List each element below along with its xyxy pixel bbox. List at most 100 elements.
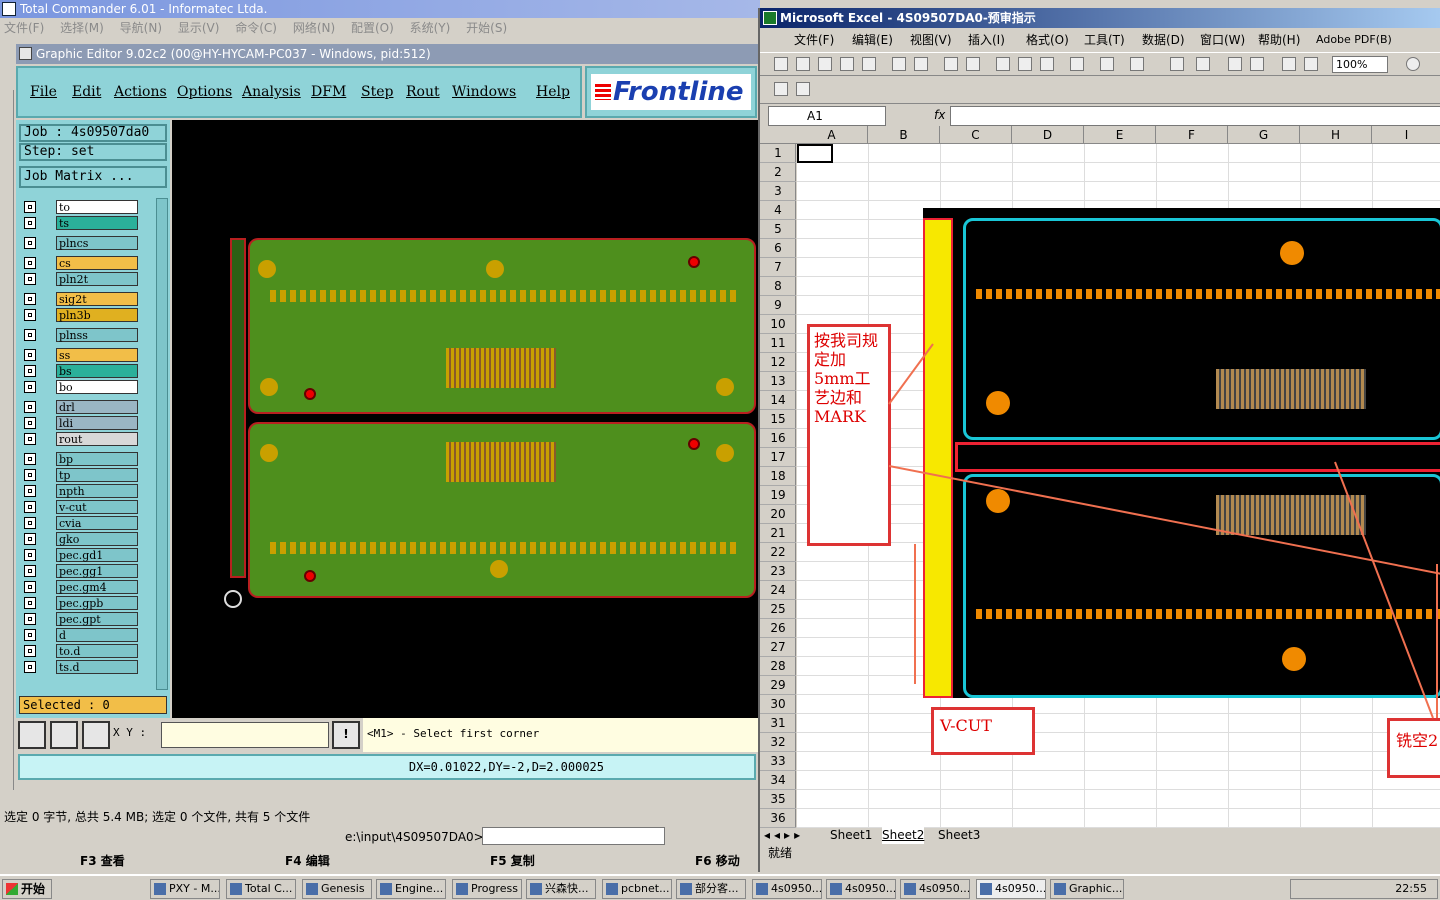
task-button[interactable]: 4s0950...: [752, 879, 822, 899]
layer-checkbox[interactable]: [24, 257, 36, 269]
layer-checkbox[interactable]: [24, 417, 36, 429]
layer-row[interactable]: pec.gd1: [22, 548, 156, 562]
sort-descending-icon[interactable]: [1250, 57, 1264, 71]
tab-sheet1[interactable]: Sheet1: [830, 826, 872, 844]
tc-menu-view[interactable]: 显示(V): [178, 21, 220, 35]
pcb-canvas[interactable]: [172, 120, 758, 718]
layer-checkbox[interactable]: [24, 273, 36, 285]
layer-row[interactable]: pec.gm4: [22, 580, 156, 594]
layer-checkbox[interactable]: [24, 433, 36, 445]
row-header[interactable]: 33: [760, 752, 796, 771]
row-header[interactable]: 1: [760, 144, 796, 163]
row-header[interactable]: 10: [760, 315, 796, 334]
help-icon[interactable]: [1406, 57, 1420, 71]
row-header[interactable]: 23: [760, 562, 796, 581]
start-button[interactable]: 开始: [2, 879, 52, 899]
ge-menu-help[interactable]: Help: [536, 84, 570, 100]
task-button[interactable]: 4s0950...: [826, 879, 896, 899]
task-button[interactable]: Engine...: [376, 879, 446, 899]
layer-row[interactable]: tp: [22, 468, 156, 482]
tc-menu-network[interactable]: 网络(N): [293, 21, 335, 35]
hyperlink-icon[interactable]: [1170, 57, 1184, 71]
layer-checkbox[interactable]: [24, 381, 36, 393]
zoom-fit-icon[interactable]: [18, 721, 46, 749]
email-icon[interactable]: [862, 57, 876, 71]
tc-menu-command[interactable]: 命令(C): [235, 21, 277, 35]
open-icon[interactable]: [796, 57, 810, 71]
row-header[interactable]: 20: [760, 505, 796, 524]
row-header[interactable]: 32: [760, 733, 796, 752]
tc-f3-button[interactable]: F3 查看: [80, 852, 125, 870]
ge-menu-rout[interactable]: Rout: [406, 84, 440, 100]
row-header[interactable]: 18: [760, 467, 796, 486]
permission-icon[interactable]: [840, 57, 854, 71]
excel-menu-help[interactable]: 帮助(H): [1258, 30, 1300, 50]
row-header[interactable]: 24: [760, 581, 796, 600]
layer-checkbox[interactable]: [24, 613, 36, 625]
autosum-icon[interactable]: [1196, 57, 1210, 71]
column-header[interactable]: I: [1372, 126, 1440, 144]
print-icon[interactable]: [892, 57, 906, 71]
excel-menu-adobe-pdf[interactable]: Adobe PDF(B): [1316, 30, 1392, 50]
layer-row[interactable]: to.d: [22, 644, 156, 658]
layer-checkbox[interactable]: [24, 629, 36, 641]
research-icon[interactable]: [966, 57, 980, 71]
column-header[interactable]: F: [1156, 126, 1228, 144]
layer-checkbox[interactable]: [24, 469, 36, 481]
layer-row[interactable]: cs: [22, 256, 156, 270]
layer-row[interactable]: bp: [22, 452, 156, 466]
row-header[interactable]: 25: [760, 600, 796, 619]
tc-menu-start[interactable]: 开始(S): [466, 21, 507, 35]
row-header[interactable]: 6: [760, 239, 796, 258]
layer-checkbox[interactable]: [24, 329, 36, 341]
layer-checkbox[interactable]: [24, 485, 36, 497]
xy-input[interactable]: [161, 722, 329, 748]
row-header[interactable]: 8: [760, 277, 796, 296]
layer-row[interactable]: pec.gpb: [22, 596, 156, 610]
layer-row[interactable]: to: [22, 200, 156, 214]
layer-row[interactable]: npth: [22, 484, 156, 498]
column-header[interactable]: B: [868, 126, 940, 144]
save-icon[interactable]: [818, 57, 832, 71]
task-button[interactable]: 4s0950...: [900, 879, 970, 899]
layer-checkbox[interactable]: [24, 501, 36, 513]
layer-row[interactable]: bo: [22, 380, 156, 394]
redo-icon[interactable]: [1130, 57, 1144, 71]
ge-menu-actions[interactable]: Actions: [114, 84, 167, 100]
ge-menu-edit[interactable]: Edit: [72, 84, 101, 100]
row-header[interactable]: 12: [760, 353, 796, 372]
ge-menu-dfm[interactable]: DFM: [311, 84, 346, 100]
excel-menu-window[interactable]: 窗口(W): [1200, 30, 1245, 50]
copy-icon[interactable]: [1018, 57, 1032, 71]
layer-row[interactable]: plnss: [22, 328, 156, 342]
undo-icon[interactable]: [1100, 57, 1114, 71]
excel-menu-edit[interactable]: 编辑(E): [852, 30, 893, 50]
layer-list-scrollbar[interactable]: [156, 198, 168, 690]
row-header[interactable]: 16: [760, 429, 796, 448]
job-matrix-button[interactable]: Job Matrix ...: [19, 166, 167, 188]
alert-icon[interactable]: !: [332, 721, 360, 749]
print-preview-icon[interactable]: [914, 57, 928, 71]
row-header[interactable]: 14: [760, 391, 796, 410]
layer-row[interactable]: plncs: [22, 236, 156, 250]
row-header[interactable]: 27: [760, 638, 796, 657]
tab-sheet2[interactable]: Sheet2: [882, 826, 925, 844]
task-button[interactable]: Total C...: [226, 879, 296, 899]
column-header[interactable]: E: [1084, 126, 1156, 144]
row-header[interactable]: 11: [760, 334, 796, 353]
layer-checkbox[interactable]: [24, 661, 36, 673]
tc-menu-select[interactable]: 选择(M): [60, 21, 104, 35]
row-header[interactable]: 19: [760, 486, 796, 505]
layer-checkbox[interactable]: [24, 401, 36, 413]
layer-row[interactable]: ts: [22, 216, 156, 230]
excel-menu-view[interactable]: 视图(V): [910, 30, 952, 50]
task-button[interactable]: Progress: [452, 879, 522, 899]
row-header[interactable]: 5: [760, 220, 796, 239]
task-button[interactable]: 部分客...: [676, 879, 746, 899]
name-box[interactable]: A1: [768, 106, 886, 126]
layer-row[interactable]: pln3b: [22, 308, 156, 322]
layer-row[interactable]: pln2t: [22, 272, 156, 286]
layer-checkbox[interactable]: [24, 349, 36, 361]
layer-row[interactable]: gko: [22, 532, 156, 546]
column-header[interactable]: A: [796, 126, 868, 144]
